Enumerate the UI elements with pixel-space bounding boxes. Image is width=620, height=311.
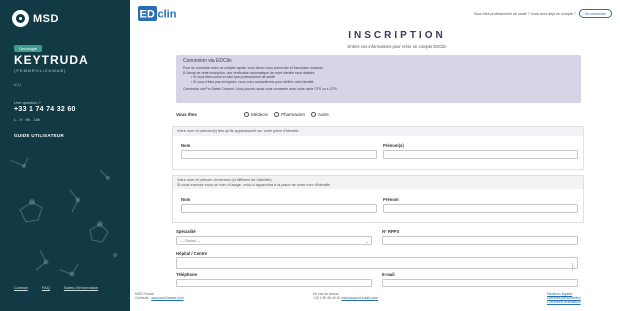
- edclin-logo[interactable]: ED clin: [138, 6, 178, 26]
- msd-logo-text: MSD: [33, 12, 59, 25]
- role-option-label: Pharmacien: [281, 112, 306, 117]
- info-bullet: Si vous n'êtes pas enregistré, nous vous…: [191, 80, 574, 84]
- footer-col-legal: Mentions légales Données personnelles Co…: [547, 292, 581, 305]
- footer-col-company: MSD France Contacts : www.msd-france.com: [135, 292, 184, 300]
- info-box: Connexion via EDClin Pour se connecter a…: [176, 55, 581, 103]
- account-question: Vous êtes professionnel de santé ? Vous …: [473, 11, 576, 16]
- radio-icon[interactable]: [274, 112, 280, 117]
- hopital-input[interactable]: |: [176, 257, 578, 271]
- product-note: ICU: [14, 82, 21, 87]
- radio-icon[interactable]: [244, 112, 249, 117]
- hopital-label: Hôpital / Centre: [176, 251, 207, 256]
- sidebar-footer-links: Contact FAQ Notes d'information: [14, 285, 98, 290]
- practice-section-header: Votre nom et prénom d'exercice (si diffé…: [173, 176, 583, 190]
- rpps-input[interactable]: [382, 236, 578, 245]
- practice-name-section: Votre nom et prénom d'exercice (si diffé…: [172, 175, 584, 223]
- page-footer: MSD France Contacts : www.msd-france.com…: [135, 292, 620, 311]
- support-label: Une question ?: [14, 100, 41, 105]
- support-phone[interactable]: +33 1 74 74 32 60: [14, 106, 76, 113]
- practice-prenom-label: Prénom: [383, 197, 399, 202]
- prenom-label: Prénom(s): [383, 143, 404, 148]
- svg-text:ED: ED: [140, 9, 155, 21]
- telephone-input[interactable]: [176, 279, 372, 287]
- page-subtitle: Entrez vos informations pour créer un co…: [347, 44, 447, 49]
- msd-logo[interactable]: MSD: [12, 10, 59, 27]
- footer-text: Contacts :: [135, 296, 151, 301]
- connect-button[interactable]: Se connecter: [578, 9, 612, 18]
- therapeutic-area-badge: Oncologie: [14, 45, 43, 52]
- specialite-select[interactable]: — Choisir — ⌄: [176, 236, 372, 245]
- info-footer: Connexion via Pro Santé Connect. Vous po…: [183, 86, 338, 91]
- info-title: Connexion via EDClin: [183, 58, 232, 64]
- role-option-pharmacien[interactable]: Pharmacien: [274, 112, 305, 117]
- practice-prenom-input[interactable]: [383, 204, 578, 213]
- svg-text:clin: clin: [158, 9, 177, 21]
- email-input[interactable]: [382, 279, 578, 287]
- identity-name-section: Votre nom et prénom(s) tels qu'ils appar…: [172, 126, 584, 170]
- specialite-label: Spécialité: [176, 229, 196, 234]
- specialite-value: — Choisir —: [180, 238, 201, 243]
- practice-header-line: Si vous exercez sous un nom d'usage, cel…: [177, 182, 331, 187]
- footer-col-support: En cas de besoin +33 1 80 46 40 40 www.s…: [313, 292, 378, 300]
- footer-link-msd[interactable]: www.msd-france.com: [151, 296, 183, 300]
- prenom-input[interactable]: [383, 150, 578, 159]
- header-account: Vous êtes professionnel de santé ? Vous …: [474, 9, 612, 18]
- footer-link-terms[interactable]: Conditions d'utilisation: [547, 300, 581, 304]
- role-option-label: Médecin: [251, 112, 269, 117]
- practice-nom-input[interactable]: [181, 204, 377, 213]
- telephone-label: Téléphone: [176, 272, 197, 277]
- page-title: INSCRIPTION: [348, 30, 446, 41]
- product-subtitle: (PEMBROLIZUMAB): [14, 68, 67, 73]
- sidebar: MSD Oncologie KEYTRUDA (PEMBROLIZUMAB) I…: [0, 0, 130, 311]
- expand-icon[interactable]: |: [572, 263, 576, 271]
- role-option-autre[interactable]: Autre: [311, 112, 329, 117]
- email-label: E-mail: [382, 272, 395, 277]
- info-list: Si vous êtes connu en tant que professio…: [183, 75, 574, 84]
- footer-phone: +33 1 80 46 40 40: [313, 296, 341, 301]
- practice-nom-label: Nom: [181, 197, 191, 202]
- role-option-medecin[interactable]: Médecin: [244, 112, 268, 117]
- support-hours: L - V : 9h - 18h: [14, 117, 41, 122]
- sidebar-link-faq[interactable]: FAQ: [42, 285, 50, 290]
- footer-link-support[interactable]: www.support-edclin.com: [341, 296, 378, 300]
- role-label: Vous êtes: [176, 112, 197, 117]
- role-selector: Vous êtes Médecin Pharmacien Autre: [176, 112, 329, 117]
- product-name: KEYTRUDA: [14, 53, 89, 67]
- nom-input[interactable]: [181, 150, 377, 159]
- identity-section-header: Votre nom et prénom(s) tels qu'ils appar…: [173, 127, 583, 136]
- edclin-logo-icon: ED clin: [138, 6, 177, 21]
- role-option-label: Autre: [318, 112, 329, 117]
- radio-icon[interactable]: [311, 112, 317, 117]
- rpps-label: N° RPPS: [382, 229, 400, 234]
- nom-label: Nom: [181, 143, 191, 148]
- sidebar-link-notes[interactable]: Notes d'information: [64, 285, 98, 290]
- msd-logo-icon: [12, 10, 29, 27]
- user-guide-link[interactable]: GUIDE UTILISATEUR: [14, 133, 64, 138]
- chevron-down-icon: ⌄: [365, 238, 369, 244]
- sidebar-link-contact[interactable]: Contact: [14, 285, 28, 290]
